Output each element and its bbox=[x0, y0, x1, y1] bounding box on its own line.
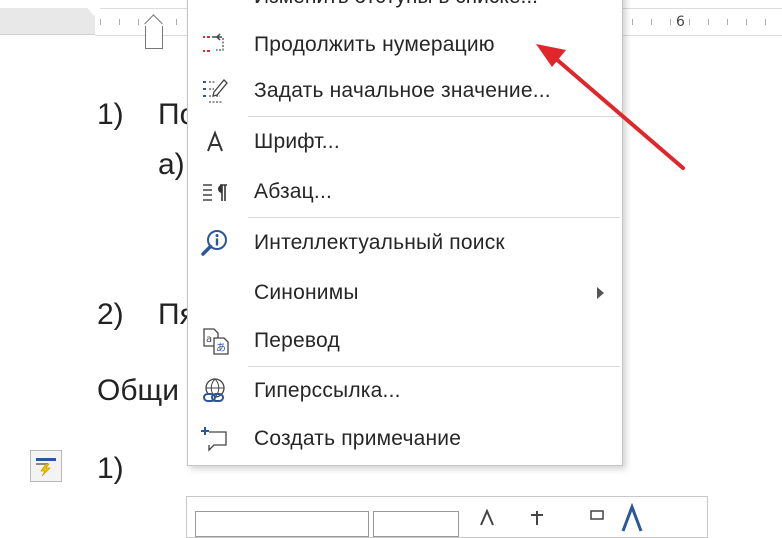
annotation-arrow bbox=[536, 44, 685, 170]
